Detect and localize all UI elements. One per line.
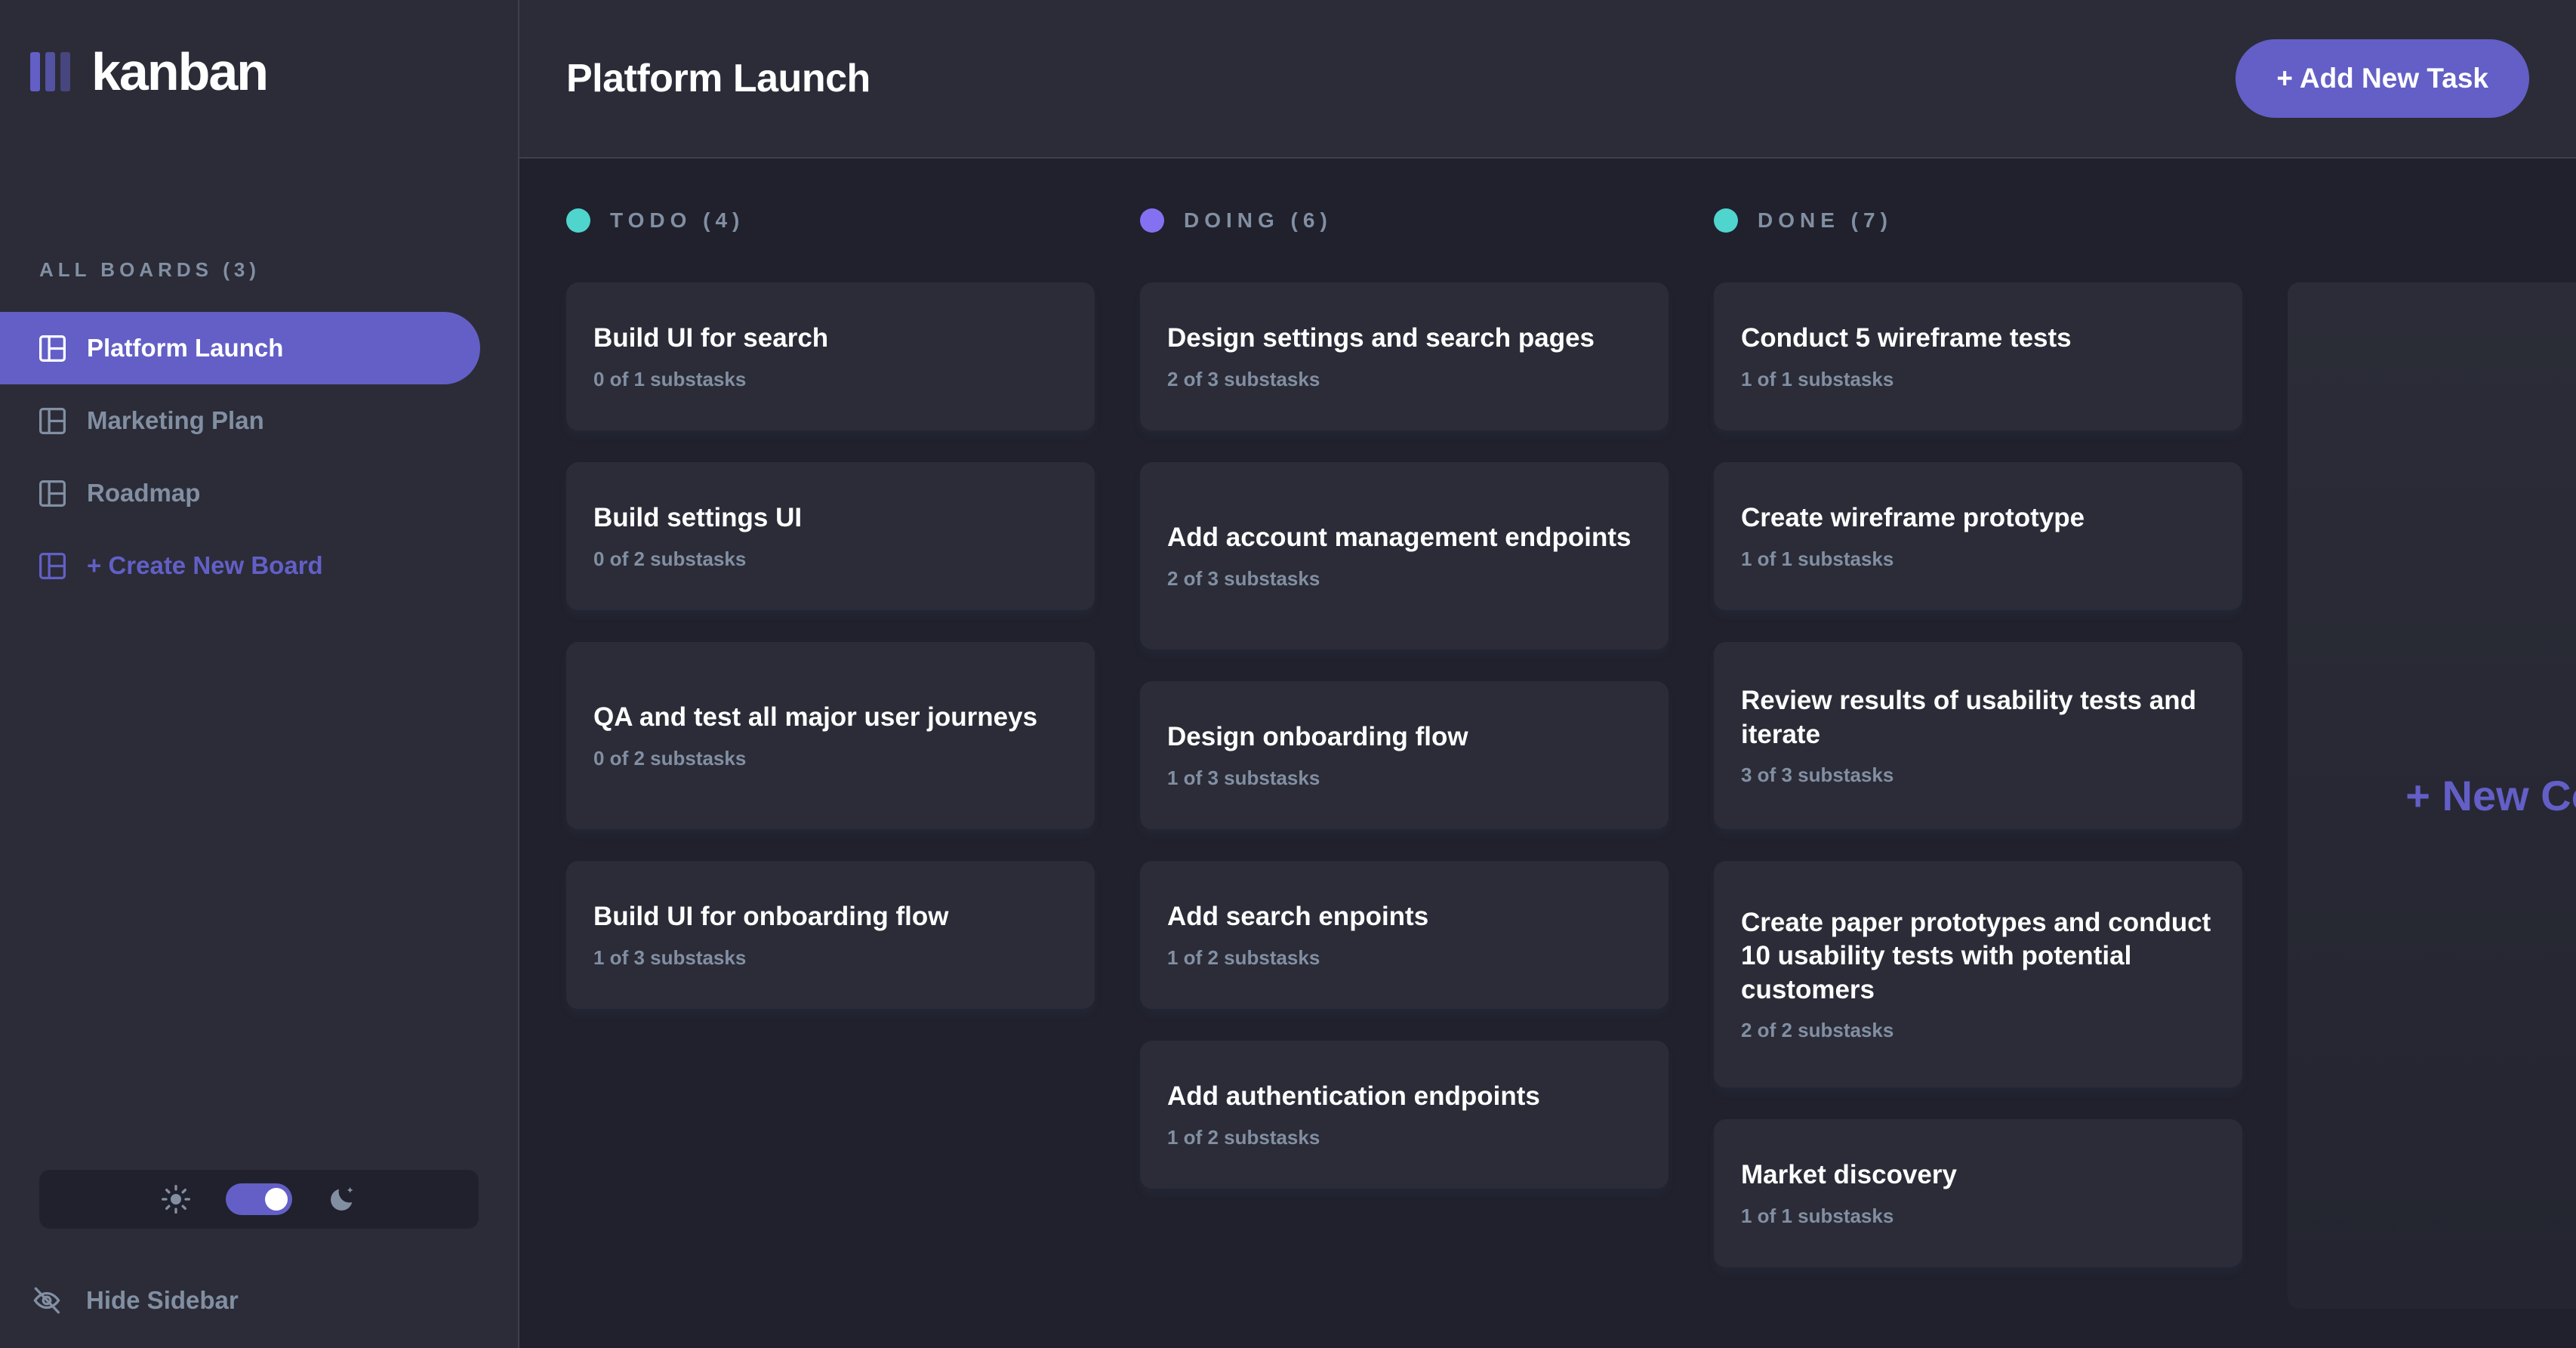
- task-title: Create wireframe prototype: [1741, 503, 2085, 533]
- status-dot-todo: [566, 208, 590, 233]
- all-boards-heading: ALL BOARDS (3): [39, 258, 260, 281]
- column-title: DOING (6): [1184, 208, 1333, 232]
- new-column-button[interactable]: + New Column: [2288, 282, 2576, 1309]
- create-new-board-label: + Create New Board: [87, 551, 323, 579]
- task-card[interactable]: Conduct 5 wireframe tests 1 of 1 substas…: [1714, 282, 2242, 430]
- board-icon: [39, 335, 66, 362]
- board-icon: [39, 552, 66, 579]
- theme-toggle-knob: [265, 1188, 288, 1211]
- task-subtask-count: 0 of 2 substasks: [593, 746, 747, 770]
- add-new-task-button[interactable]: + Add New Task: [2236, 39, 2529, 118]
- task-subtask-count: 0 of 2 substasks: [593, 547, 747, 570]
- task-title: Market discovery: [1741, 1160, 1957, 1190]
- kanban-logo-icon: [30, 52, 70, 91]
- status-dot-done: [1714, 208, 1738, 233]
- task-subtask-count: 3 of 3 substasks: [1741, 763, 1894, 786]
- task-title: Design onboarding flow: [1167, 722, 1468, 752]
- sidebar-bottom: Hide Sidebar: [0, 1170, 518, 1348]
- new-column-label: + New Column: [2405, 772, 2576, 819]
- task-subtask-count: 0 of 1 substasks: [593, 367, 747, 390]
- task-card[interactable]: Add authentication endpoints 1 of 2 subs…: [1140, 1041, 1669, 1189]
- sidebar-item-marketing-plan[interactable]: Marketing Plan: [0, 384, 480, 457]
- kanban-app: kanban ALL BOARDS (3) Platform Launch Ma…: [0, 0, 2576, 1348]
- task-title: Build UI for search: [593, 323, 829, 353]
- task-subtask-count: 1 of 2 substasks: [1167, 1125, 1320, 1149]
- task-card[interactable]: Design onboarding flow 1 of 3 substasks: [1140, 681, 1669, 829]
- task-card[interactable]: Build UI for search 0 of 1 substasks: [566, 282, 1095, 430]
- board-list: Platform Launch Marketing Plan Roadmap +…: [0, 312, 518, 602]
- column-header: TODO (4): [566, 198, 1095, 243]
- eye-off-icon: [33, 1287, 60, 1314]
- task-card[interactable]: QA and test all major user journeys 0 of…: [566, 642, 1095, 829]
- task-subtask-count: 1 of 1 substasks: [1741, 547, 1894, 570]
- column-header: DOING (6): [1140, 198, 1669, 243]
- status-dot-doing: [1140, 208, 1164, 233]
- column-doing: DOING (6) Design settings and search pag…: [1140, 198, 1669, 1348]
- main-area: Platform Launch + Add New Task TODO (4) …: [519, 0, 2576, 1348]
- task-title: Design settings and search pages: [1167, 323, 1595, 353]
- app-name: kanban: [91, 42, 269, 101]
- task-title: Build UI for onboarding flow: [593, 902, 949, 932]
- board-icon: [39, 480, 66, 507]
- sidebar-item-label: Platform Launch: [87, 334, 284, 362]
- column-done: DONE (7) Conduct 5 wireframe tests 1 of …: [1714, 198, 2242, 1348]
- task-card[interactable]: Add search enpoints 1 of 2 substasks: [1140, 861, 1669, 1009]
- sidebar: kanban ALL BOARDS (3) Platform Launch Ma…: [0, 0, 519, 1348]
- task-title: Build settings UI: [593, 503, 803, 533]
- task-card[interactable]: Market discovery 1 of 1 substasks: [1714, 1119, 2242, 1267]
- task-card[interactable]: Create paper prototypes and conduct 10 u…: [1714, 861, 2242, 1087]
- task-subtask-count: 1 of 3 substasks: [593, 945, 747, 969]
- task-subtask-count: 2 of 2 substasks: [1741, 1018, 1894, 1041]
- task-card[interactable]: Review results of usability tests and it…: [1714, 642, 2242, 829]
- task-title: Add authentication endpoints: [1167, 1081, 1540, 1112]
- column-title: TODO (4): [610, 208, 745, 232]
- task-card[interactable]: Add account management endpoints 2 of 3 …: [1140, 462, 1669, 649]
- theme-toggle[interactable]: [39, 1170, 479, 1229]
- column-todo: TODO (4) Build UI for search 0 of 1 subs…: [566, 198, 1095, 1348]
- task-subtask-count: 2 of 3 substasks: [1167, 566, 1320, 590]
- task-card[interactable]: Build settings UI 0 of 2 substasks: [566, 462, 1095, 610]
- task-subtask-count: 1 of 1 substasks: [1741, 1204, 1894, 1227]
- board-header: Platform Launch + Add New Task: [519, 0, 2576, 159]
- moon-icon: [331, 1187, 353, 1211]
- task-card[interactable]: Design settings and search pages 2 of 3 …: [1140, 282, 1669, 430]
- task-title: Conduct 5 wireframe tests: [1741, 323, 2072, 353]
- create-new-board-button[interactable]: + Create New Board: [0, 529, 480, 602]
- board-icon: [39, 407, 66, 434]
- theme-toggle-switch[interactable]: [226, 1183, 292, 1215]
- task-title: Create paper prototypes and conduct 10 u…: [1741, 908, 2211, 1004]
- task-title: Add search enpoints: [1167, 902, 1429, 932]
- page-title: Platform Launch: [566, 57, 870, 100]
- task-subtask-count: 1 of 1 substasks: [1741, 367, 1894, 390]
- app-logo: kanban: [0, 0, 518, 98]
- task-title: QA and test all major user journeys: [593, 702, 1038, 733]
- task-subtask-count: 2 of 3 substasks: [1167, 367, 1320, 390]
- task-subtask-count: 1 of 2 substasks: [1167, 945, 1320, 969]
- task-title: Review results of usability tests and it…: [1741, 686, 2196, 749]
- board-columns: TODO (4) Build UI for search 0 of 1 subs…: [519, 159, 2576, 1348]
- column-title: DONE (7): [1758, 208, 1893, 232]
- sidebar-item-label: Marketing Plan: [87, 406, 264, 434]
- column-header: DONE (7): [1714, 198, 2242, 243]
- sun-icon: [162, 1185, 190, 1214]
- task-title: Add account management endpoints: [1167, 523, 1632, 553]
- task-subtask-count: 1 of 3 substasks: [1167, 766, 1320, 789]
- sidebar-item-platform-launch[interactable]: Platform Launch: [0, 312, 480, 384]
- hide-sidebar-label: Hide Sidebar: [86, 1286, 239, 1314]
- hide-sidebar-button[interactable]: Hide Sidebar: [0, 1274, 518, 1327]
- task-card[interactable]: Build UI for onboarding flow 1 of 3 subs…: [566, 861, 1095, 1009]
- sidebar-item-label: Roadmap: [87, 479, 201, 507]
- sidebar-item-roadmap[interactable]: Roadmap: [0, 457, 480, 529]
- task-card[interactable]: Create wireframe prototype 1 of 1 substa…: [1714, 462, 2242, 610]
